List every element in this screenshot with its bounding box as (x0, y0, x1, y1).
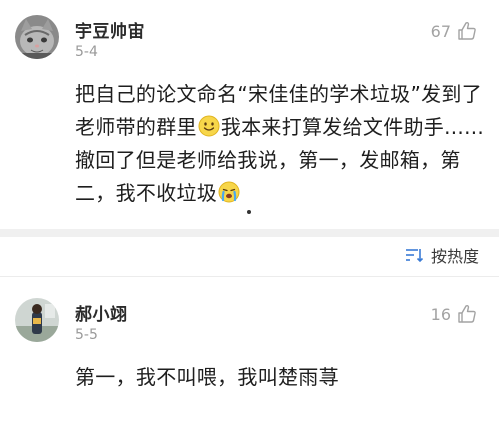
thumbs-up-icon (458, 304, 476, 323)
crying-emoji-icon (218, 181, 240, 203)
like-count: 67 (430, 21, 451, 41)
thumbs-up-icon (458, 21, 476, 40)
like-count: 16 (430, 304, 451, 324)
smile-emoji-icon (198, 115, 220, 137)
avatar[interactable] (15, 298, 59, 342)
comment-date: 5-4 (75, 44, 98, 60)
section-divider (0, 229, 499, 237)
sort-by-hot-button[interactable]: 按热度 (405, 243, 479, 267)
comment-date: 5-5 (75, 327, 98, 343)
like-button[interactable]: 16 (431, 304, 477, 324)
username[interactable]: 郝小翊 (75, 300, 128, 325)
username[interactable]: 宇豆帅宙 (75, 17, 145, 42)
sort-icon (405, 249, 424, 263)
comment-text: 第一，我不叫喂，我叫楚雨荨 (75, 365, 339, 389)
sort-label: 按热度 (430, 247, 479, 266)
comment-item: 郝小翊 5-5 16 第一，我不叫喂，我叫楚雨荨 (0, 277, 499, 429)
avatar[interactable] (15, 15, 59, 59)
like-button[interactable]: 67 (431, 21, 477, 41)
comment-item: 宇豆帅宙 5-4 67 把自己的论文命名“宋佳佳的学术垃圾”发到了老师带的群里 … (0, 0, 499, 229)
comment-text: 把自己的论文命名“宋佳佳的学术垃圾”发到了老师带的群里 我本来打算发给文件助手.… (75, 78, 485, 210)
scroll-indicator-dot (247, 210, 251, 214)
